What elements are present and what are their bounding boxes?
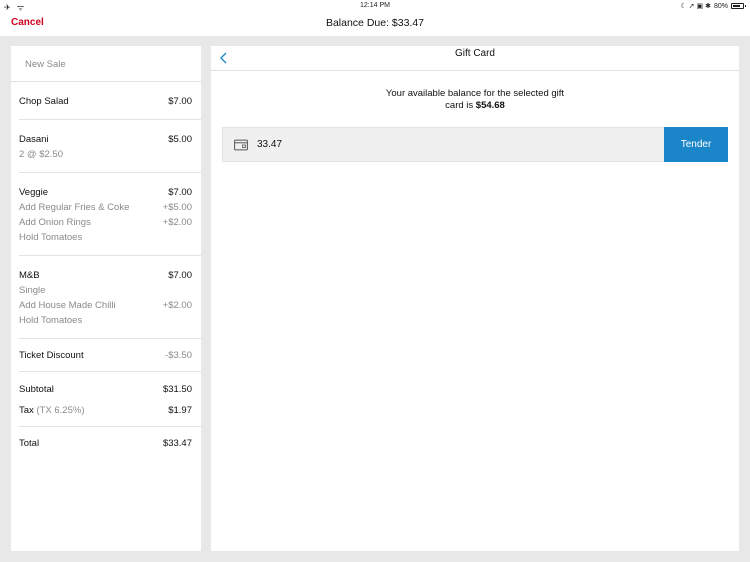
page-title: Balance Due: $33.47	[325, 17, 425, 29]
discount-value: -$3.50	[165, 350, 192, 361]
modifier-price: +$5.00	[162, 202, 192, 213]
line-item[interactable]: Chop Salad $7.00	[19, 82, 201, 120]
tender-button[interactable]: Tender	[664, 127, 728, 162]
modifier-name: 2 @ $2.50	[19, 149, 63, 160]
panel-title: Gift Card	[454, 48, 495, 59]
modifier-name: Add Onion Rings	[19, 217, 91, 228]
item-price: $7.00	[168, 187, 192, 198]
modifier-price: +$2.00	[162, 300, 192, 311]
status-bar: ✈ ᯤ 12:14 PM ☾ ➚ ▣ ✱ 80%	[0, 0, 750, 12]
modifier-name: Add Regular Fries & Coke	[19, 202, 130, 213]
status-icons: ☾ ➚ ▣ ✱	[680, 3, 711, 10]
tax-value: $1.97	[168, 405, 192, 416]
balance-line-2: card is	[445, 100, 476, 111]
modifier-name: Add House Made Chilli	[19, 300, 116, 311]
tender-row: Tender	[222, 127, 728, 162]
subtotal-label: Subtotal	[19, 384, 54, 395]
order-summary-panel: New Sale Chop Salad $7.00 Dasani $5.00 2 @…	[11, 46, 201, 551]
panel-header: Gift Card	[211, 46, 739, 71]
modifier-name: Hold Tomatoes	[19, 315, 83, 326]
subtotal-value: $31.50	[162, 384, 192, 395]
modifier-price: +$2.00	[162, 217, 192, 228]
discount-label: Ticket Discount	[19, 350, 84, 361]
item-name: Dasani	[19, 134, 49, 145]
amount-input[interactable]	[257, 128, 657, 161]
balance-amount: $54.68	[475, 100, 505, 111]
total-value: $33.47	[162, 438, 192, 449]
modifier-name: Hold Tomatoes	[19, 232, 83, 243]
nav-bar: Cancel Balance Due: $33.47	[0, 12, 750, 36]
item-name: Chop Salad	[19, 96, 69, 107]
item-name: M&B	[19, 270, 40, 281]
total-label: Total	[19, 438, 40, 449]
discount-row[interactable]: Ticket Discount -$3.50	[19, 339, 201, 372]
total-section: Total $33.47	[19, 427, 201, 451]
battery-icon	[731, 3, 746, 9]
line-item[interactable]: Veggie $7.00 Add Regular Fries & Coke +$5.…	[19, 173, 201, 256]
status-indicators: ☾ ➚ ▣ ✱ 80%	[680, 2, 746, 10]
gift-card-panel: Gift Card Your available balance for the…	[211, 46, 739, 551]
tax-rate: (TX 6.25%)	[36, 405, 85, 416]
battery-percent: 80%	[713, 2, 728, 10]
available-balance-text: Your available balance for the selected …	[211, 88, 739, 112]
item-price: $7.00	[168, 270, 192, 281]
subtotal-section: Subtotal $31.50 Tax (TX 6.25%) $1.97	[19, 372, 201, 427]
credit-card-icon	[234, 139, 248, 151]
item-price: $7.00	[168, 96, 192, 107]
item-price: $5.00	[168, 134, 192, 145]
order-header: New Sale	[11, 46, 201, 82]
balance-line-1: Your available balance for the selected …	[385, 88, 565, 99]
line-item[interactable]: M&B $7.00 Single Add House Made Chilli +$2…	[19, 256, 201, 339]
clock: 12:14 PM	[360, 2, 390, 9]
item-name: Veggie	[19, 187, 49, 198]
line-item[interactable]: Dasani $5.00 2 @ $2.50	[19, 120, 201, 173]
tax-label: Tax	[19, 405, 34, 416]
modifier-name: Single	[19, 285, 46, 296]
